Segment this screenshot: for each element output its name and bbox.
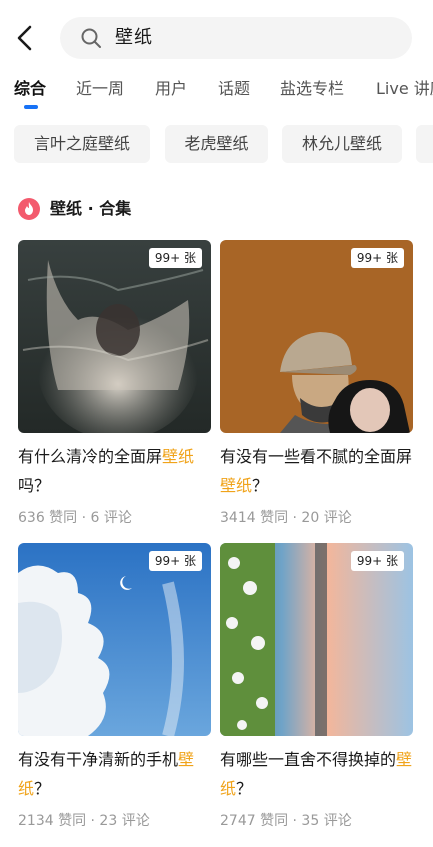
image-count-badge: 99+ 张 [148, 551, 202, 571]
card-image: 99+ 张 [18, 240, 211, 433]
card-title: 有什么清冷的全面屏壁纸吗？ [18, 442, 211, 500]
chip-tiger-wallpaper[interactable]: 老虎壁纸 [165, 125, 268, 163]
collection-card[interactable]: 99+ 张 有没有一些看不腻的全面屏壁纸？ 3414 赞同 · 20 评论 [220, 240, 413, 530]
search-icon [81, 28, 101, 48]
search-input[interactable]: 壁纸 [60, 17, 412, 59]
card-title: 有哪些一直舍不得换掉的壁纸？ [220, 745, 413, 803]
filter-tabs: 综合 近一周 用户 话题 盐选专栏 Live 讲座 [0, 76, 433, 106]
section-title: 壁纸 · 合集 [50, 199, 132, 218]
tab-topics[interactable]: 话题 [218, 76, 250, 102]
collection-card[interactable]: 99+ 张 有没有干净清新的手机壁纸？ 2134 赞同 · 23 评论 [18, 543, 211, 833]
tab-users[interactable]: 用户 [155, 76, 187, 102]
card-title-suffix: 吗？ [18, 476, 51, 495]
image-count-badge: 99+ 张 [350, 248, 404, 268]
card-image: 99+ 张 [220, 240, 413, 433]
top-bar: 壁纸 [0, 0, 433, 76]
card-title-suffix: ？ [34, 779, 51, 798]
card-meta: 636 赞同 · 6 评论 [18, 510, 132, 526]
card-image: 99+ 张 [220, 543, 413, 736]
tab-live[interactable]: Live 讲座 [376, 76, 433, 102]
card-title-highlight: 壁纸 [162, 447, 195, 466]
back-button[interactable] [10, 22, 40, 54]
active-tab-indicator [24, 105, 38, 109]
card-title: 有没有一些看不腻的全面屏壁纸？ [220, 442, 413, 500]
search-query[interactable]: 壁纸 [115, 17, 395, 59]
card-title-suffix: ？ [252, 476, 269, 495]
chevron-left-icon [17, 25, 32, 51]
card-title-text: 有没有一些看不腻的全面屏 [220, 447, 413, 466]
chip-kotonoha-wallpaper[interactable]: 言叶之庭壁纸 [14, 125, 150, 163]
tab-comprehensive[interactable]: 综合 [14, 76, 46, 102]
flame-icon [18, 198, 40, 220]
card-title-text: 有什么清冷的全面屏 [18, 447, 163, 466]
card-meta: 3414 赞同 · 20 评论 [220, 510, 352, 526]
card-title-highlight: 壁纸 [220, 476, 253, 495]
card-image: 99+ 张 [18, 543, 211, 736]
card-title: 有没有干净清新的手机壁纸？ [18, 745, 211, 803]
chip-more[interactable] [416, 125, 433, 163]
related-search-chips: 言叶之庭壁纸 老虎壁纸 林允儿壁纸 [0, 125, 433, 165]
collection-card[interactable]: 99+ 张 有什么清冷的全面屏壁纸吗？ 636 赞同 · 6 评论 [18, 240, 211, 530]
card-title-suffix: ？ [236, 779, 253, 798]
chip-yoona-wallpaper[interactable]: 林允儿壁纸 [282, 125, 402, 163]
card-meta: 2134 赞同 · 23 评论 [18, 813, 150, 829]
image-count-badge: 99+ 张 [148, 248, 202, 268]
image-count-badge: 99+ 张 [350, 551, 404, 571]
card-meta: 2747 赞同 · 35 评论 [220, 813, 352, 829]
card-title-text: 有没有干净清新的手机 [18, 750, 179, 769]
tab-salt-columns[interactable]: 盐选专栏 [280, 76, 344, 102]
collection-card[interactable]: 99+ 张 有哪些一直舍不得换掉的壁纸？ 2747 赞同 · 35 评论 [220, 543, 413, 833]
card-title-text: 有哪些一直舍不得换掉的 [220, 750, 397, 769]
tab-recent-week[interactable]: 近一周 [76, 76, 124, 102]
